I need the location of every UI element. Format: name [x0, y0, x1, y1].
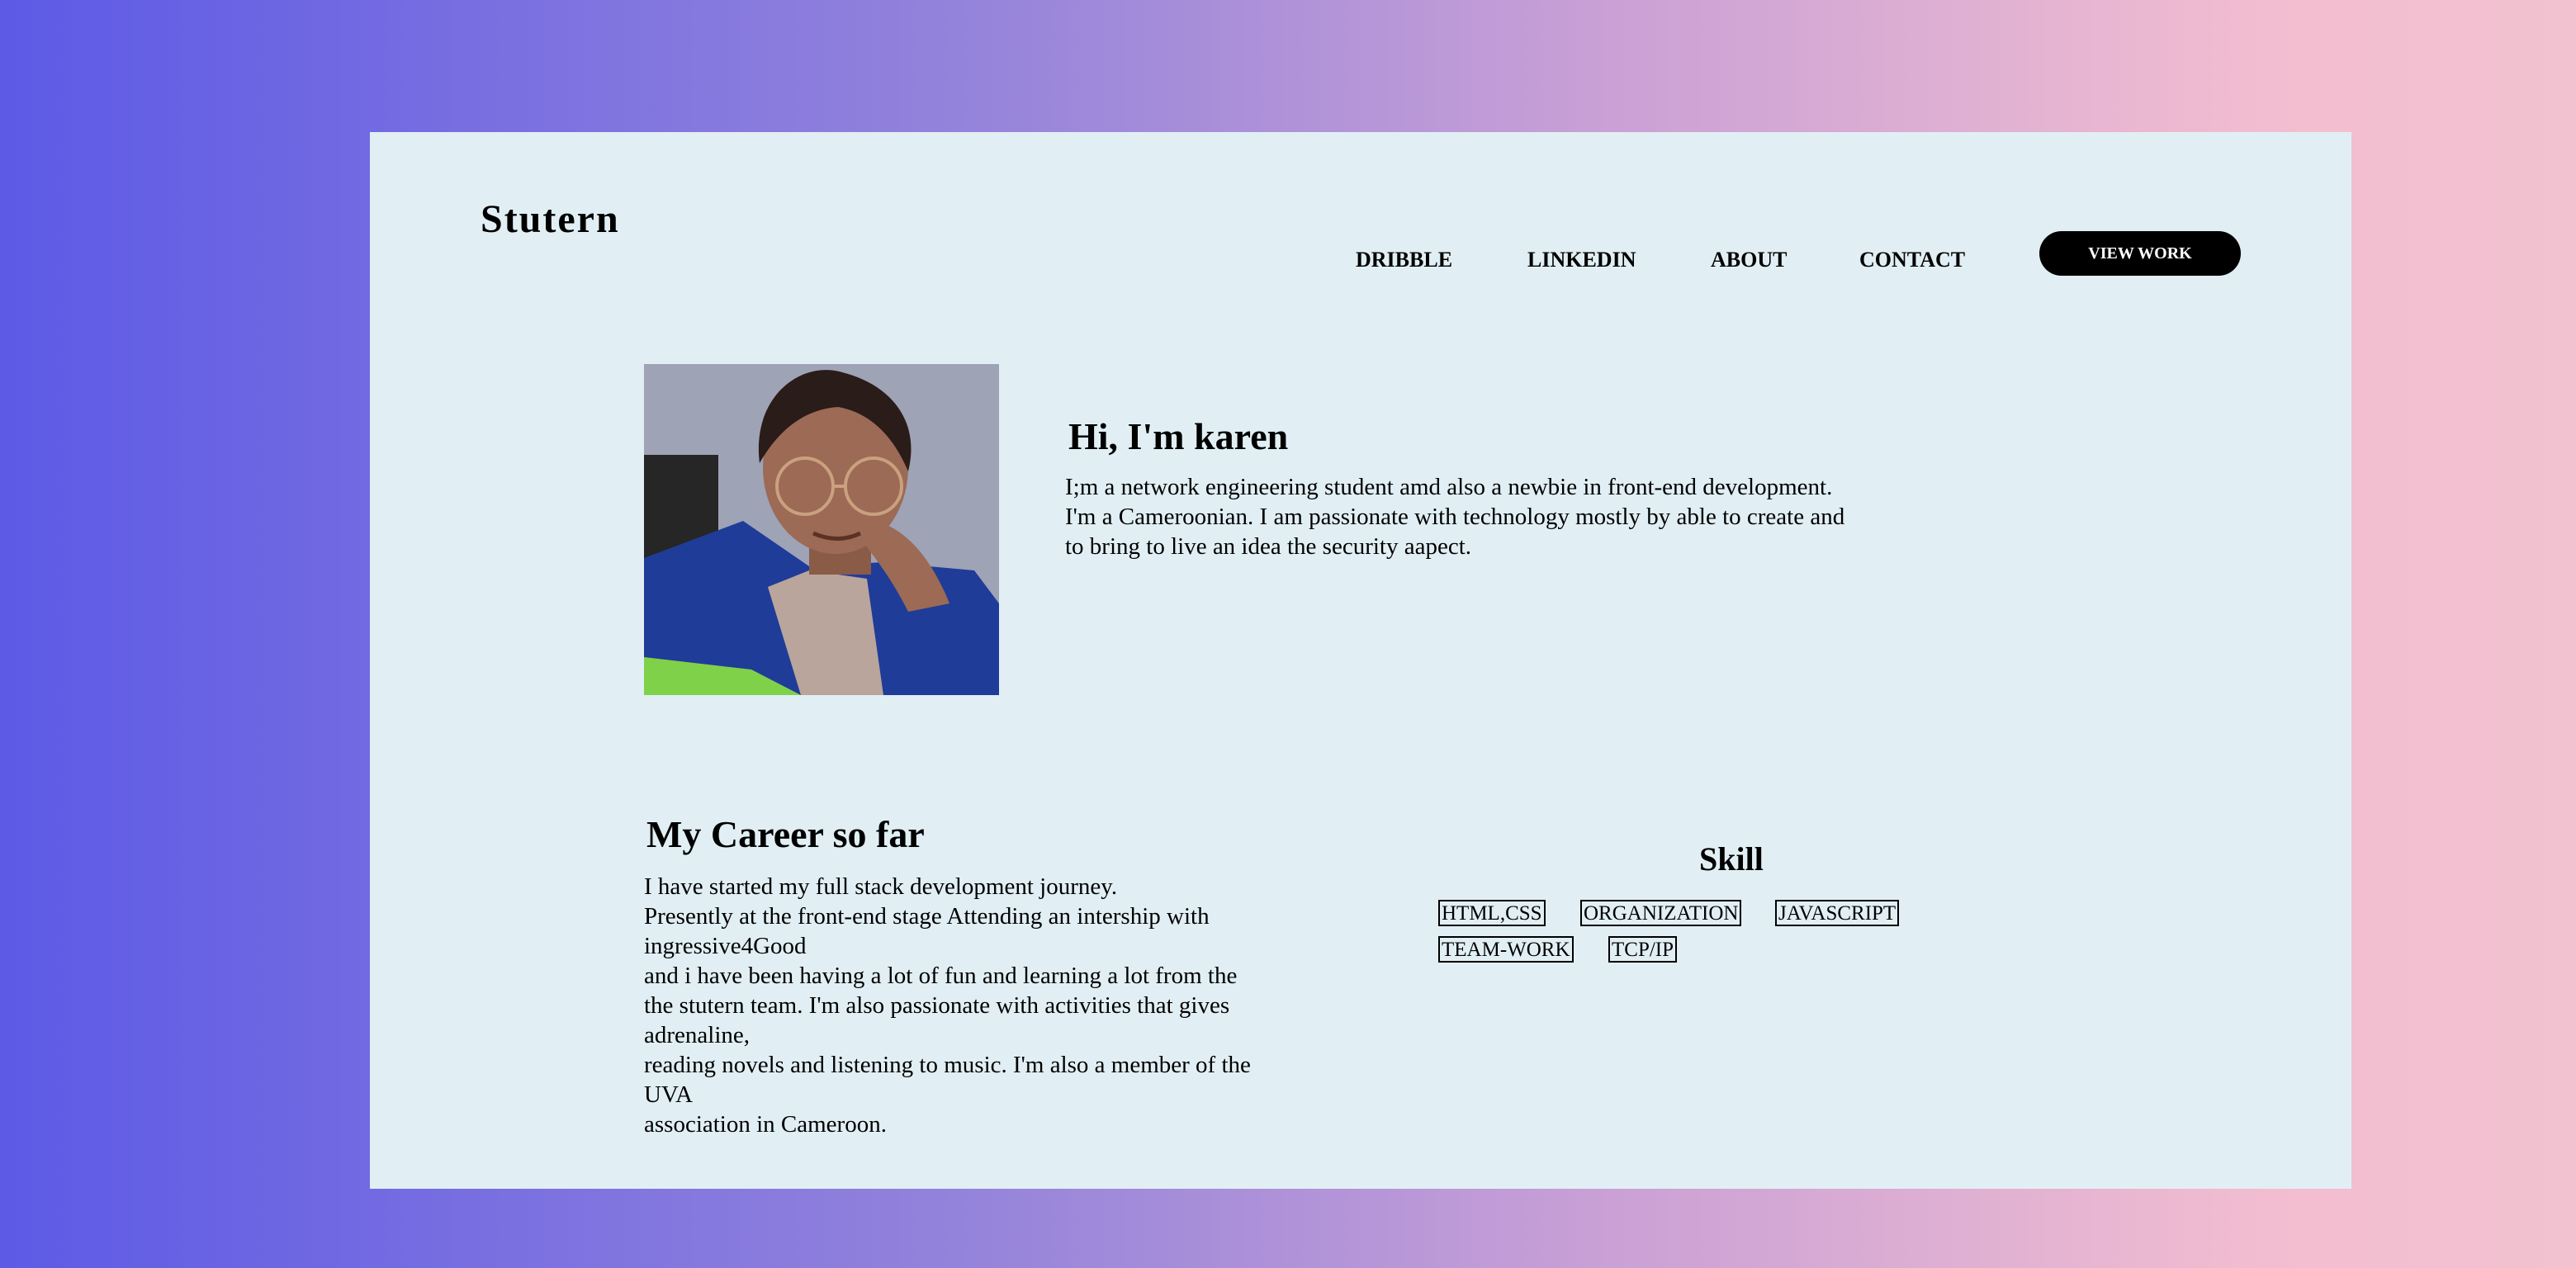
nav-link-dribble[interactable]: DRIBBLE: [1356, 239, 1452, 283]
skill-tag: HTML,CSS: [1438, 900, 1546, 926]
nav-link-contact[interactable]: CONTACT: [1859, 239, 1965, 283]
career-line: adrenaline,: [644, 1022, 751, 1048]
portfolio-card: Stutern DRIBBLE LINKEDIN ABOUT CONTACT V…: [370, 132, 2351, 1189]
career-title: My Career so far: [646, 813, 925, 855]
profile-photo: [644, 364, 999, 695]
view-work-button[interactable]: VIEW WORK: [2039, 231, 2241, 276]
intro-line: to bring to live an idea the security aa…: [1065, 533, 1472, 560]
skill-tag: JAVASCRIPT: [1775, 900, 1900, 926]
career-line: Presently at the front-end stage Attendi…: [644, 903, 1210, 930]
career-line: UVA: [644, 1081, 694, 1108]
career-line: ingressive4Good: [644, 933, 807, 959]
skill-tag: TEAM-WORK: [1438, 936, 1574, 963]
skills-title: Skill: [1699, 840, 1764, 878]
career-line: I have started my full stack development…: [644, 873, 1118, 900]
intro-line: I;m a network engineering student amd al…: [1065, 474, 1833, 500]
profile-photo-image: [644, 364, 999, 695]
hero-intro: I;m a network engineering student amd al…: [1065, 472, 1957, 561]
intro-line: I'm a Cameroonian. I am passionate with …: [1065, 504, 1845, 530]
site-logo[interactable]: Stutern: [481, 196, 620, 242]
career-line: and i have been having a lot of fun and …: [644, 963, 1238, 989]
hero-title: Hi, I'm karen: [1068, 415, 1289, 457]
nav-link-about[interactable]: ABOUT: [1711, 239, 1787, 283]
skill-tag: ORGANIZATION: [1580, 900, 1742, 926]
career-line: the stutern team. I'm also passionate wi…: [644, 992, 1230, 1019]
career-description: I have started my full stack development…: [644, 872, 1329, 1139]
career-line: association in Cameroon.: [644, 1111, 887, 1138]
nav-link-linkedin[interactable]: LINKEDIN: [1527, 239, 1636, 283]
skill-tag: TCP/IP: [1608, 936, 1678, 963]
career-line: reading novels and listening to music. I…: [644, 1052, 1251, 1078]
